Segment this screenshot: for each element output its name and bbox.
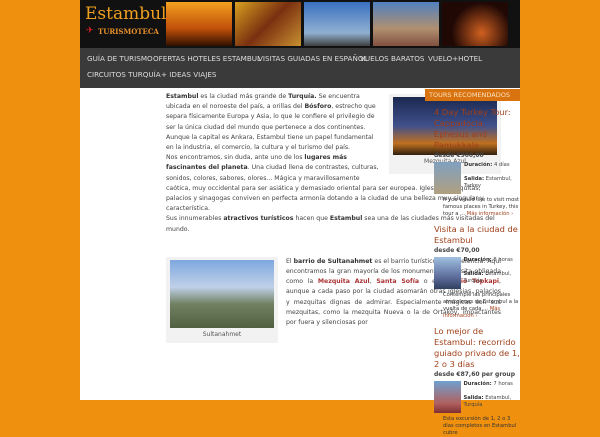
plane-icon: ✈: [86, 26, 94, 36]
sunset-photo: [166, 2, 232, 46]
tour-item: Lo mejor de Estambul: recorrido guiado p…: [434, 326, 520, 436]
tour-price: desde €70,00: [434, 247, 480, 254]
nav-hoteles[interactable]: OFERTAS HOTELES ESTAMBUL: [153, 54, 261, 63]
sidebar-heading: TOURS RECOMENDADOS: [425, 89, 520, 101]
figure-sultanahmet: Sultanahmet: [166, 256, 278, 343]
header-banner: Estambul ✈ TURISMOTECA: [80, 0, 520, 48]
sultanahmet-photo[interactable]: [170, 259, 274, 328]
mosque-photo: [304, 2, 370, 46]
tour-title[interactable]: 4 Day Turkey Tour: Cappadocia, Ephesus a…: [434, 107, 520, 151]
nav-vuelo-hotel[interactable]: VUELO+HOTEL: [428, 54, 482, 63]
tour-thumbnail[interactable]: [434, 162, 462, 194]
nav-ideas[interactable]: + IDEAS VIAJES: [161, 70, 216, 79]
page: Estambul ✈ TURISMOTECA GUÍA DE TURISMO O…: [80, 0, 520, 436]
tour-price: desde €87,60 per group: [434, 371, 515, 378]
tour-thumbnail[interactable]: [434, 257, 461, 289]
tour-price: desde €900,00: [434, 152, 484, 159]
spices-photo: [235, 2, 301, 46]
paragraph: Estambul es la ciudad más grande de Turq…: [166, 93, 376, 131]
sidebar: TOURS RECOMENDADOS 4 Day Turkey Tour: Ca…: [425, 88, 520, 437]
link-mezquita-azul[interactable]: Mezquita Azul: [318, 278, 370, 285]
main-nav: GUÍA DE TURISMO OFERTAS HOTELES ESTAMBUL…: [80, 48, 520, 88]
more-info-link[interactable]: Más información ›: [467, 211, 514, 217]
site-logo[interactable]: Estambul ✈ TURISMOTECA: [80, 0, 167, 48]
figure-caption: Sultanahmet: [202, 330, 242, 338]
tour-title[interactable]: Visita a la ciudad de Estambul: [434, 224, 520, 246]
tour-item: Visita a la ciudad de Estambul desde €70…: [434, 224, 520, 319]
logo-title: Estambul: [85, 4, 167, 24]
nav-guia[interactable]: GUÍA DE TURISMO: [87, 54, 153, 63]
tour-item: 4 Day Turkey Tour: Cappadocia, Ephesus a…: [434, 107, 520, 217]
nav-vuelos[interactable]: VUELOS BARATOS: [360, 54, 425, 63]
tour-title[interactable]: Lo mejor de Estambul: recorrido guiado p…: [434, 326, 520, 370]
nav-visitas[interactable]: VISITAS GUIADAS EN ESPAÑOL: [258, 54, 368, 63]
night-mosque-photo: [442, 2, 508, 46]
nav-circuitos[interactable]: CIRCUITOS TURQUÍA: [87, 70, 161, 79]
link-santa-sofia[interactable]: Santa Sofía: [376, 278, 419, 285]
tour-thumbnail[interactable]: [434, 381, 461, 413]
city-photo: [373, 2, 439, 46]
logo-subtitle: TURISMOTECA: [98, 27, 159, 36]
